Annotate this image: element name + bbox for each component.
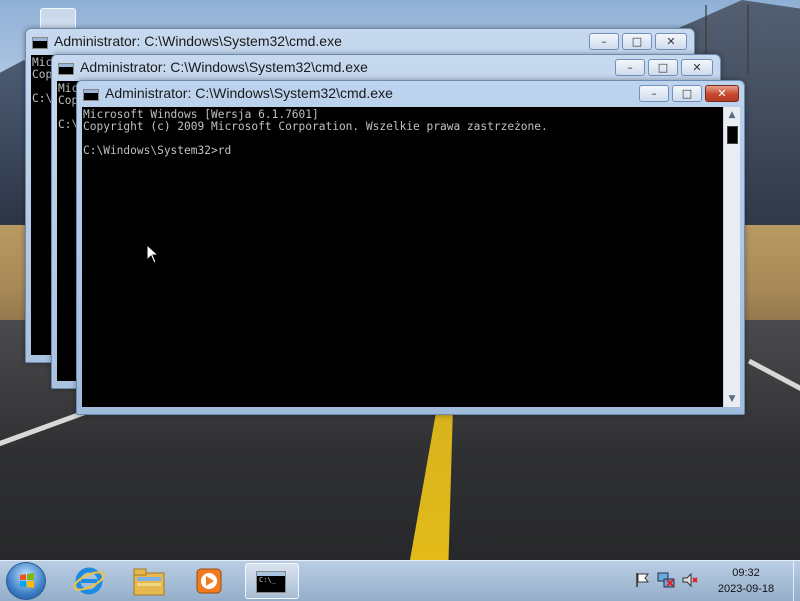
maximize-icon: □ bbox=[657, 61, 669, 74]
minimize-icon: – bbox=[651, 87, 657, 100]
window-titlebar[interactable]: Administrator: C:\Windows\System32\cmd.e… bbox=[77, 81, 744, 107]
maximize-icon: □ bbox=[631, 35, 643, 48]
maximize-button[interactable]: □ bbox=[672, 85, 702, 102]
network-icon[interactable] bbox=[657, 571, 675, 589]
explorer-folder-icon bbox=[133, 568, 165, 596]
console-area[interactable]: Microsoft Windows [Wersja 6.1.7601] Copy… bbox=[82, 107, 723, 407]
maximize-button[interactable]: □ bbox=[622, 33, 652, 50]
scroll-down-arrow-icon[interactable]: ▼ bbox=[724, 391, 740, 407]
maximize-icon: □ bbox=[681, 87, 693, 100]
start-button[interactable] bbox=[6, 562, 46, 600]
window-titlebar[interactable]: Administrator: C:\Windows\System32\cmd.e… bbox=[52, 55, 720, 81]
show-desktop-button[interactable] bbox=[793, 561, 800, 601]
taskbar[interactable]: C:\_ 09:32 2023-09-18 bbox=[0, 560, 800, 601]
window-titlebar[interactable]: Administrator: C:\Windows\System32\cmd.e… bbox=[26, 29, 694, 55]
cmd-icon[interactable] bbox=[32, 37, 48, 49]
close-icon: ✕ bbox=[717, 87, 727, 100]
minimize-icon: – bbox=[601, 35, 607, 48]
clock-date: 2023-09-18 bbox=[717, 583, 775, 595]
taskbar-ie-button[interactable] bbox=[62, 563, 116, 599]
close-button[interactable]: ✕ bbox=[681, 59, 713, 76]
close-button[interactable]: ✕ bbox=[655, 33, 687, 50]
cmd-icon[interactable] bbox=[83, 89, 99, 101]
close-button[interactable]: ✕ bbox=[705, 85, 739, 102]
taskbar-cmd-button[interactable]: C:\_ bbox=[245, 563, 299, 599]
internet-explorer-icon bbox=[73, 567, 105, 595]
taskbar-media-player-button[interactable] bbox=[182, 563, 236, 599]
minimize-button[interactable]: – bbox=[615, 59, 645, 76]
scroll-up-arrow-icon[interactable]: ▲ bbox=[724, 107, 740, 123]
cmd-icon: C:\_ bbox=[256, 571, 286, 593]
media-player-icon bbox=[196, 568, 222, 594]
taskbar-clock[interactable]: 09:32 2023-09-18 bbox=[705, 565, 787, 597]
window-title: Administrator: C:\Windows\System32\cmd.e… bbox=[54, 33, 342, 49]
cmd-window-active[interactable]: Administrator: C:\Windows\System32\cmd.e… bbox=[76, 80, 745, 415]
clock-time: 09:32 bbox=[732, 567, 760, 579]
scrollbar-thumb[interactable] bbox=[727, 126, 738, 144]
minimize-button[interactable]: – bbox=[589, 33, 619, 50]
console-text: Microsoft Windows [Wersja 6.1.7601] Copy… bbox=[83, 108, 548, 157]
windows-logo-icon bbox=[20, 573, 34, 588]
maximize-button[interactable]: □ bbox=[648, 59, 678, 76]
minimize-icon: – bbox=[627, 61, 633, 74]
window-title: Administrator: C:\Windows\System32\cmd.e… bbox=[80, 59, 368, 75]
cmd-icon[interactable] bbox=[58, 63, 74, 75]
window-title: Administrator: C:\Windows\System32\cmd.e… bbox=[105, 85, 393, 101]
close-icon: ✕ bbox=[692, 61, 702, 74]
action-center-flag-icon[interactable] bbox=[633, 571, 651, 589]
close-icon: ✕ bbox=[666, 35, 676, 48]
minimize-button[interactable]: – bbox=[639, 85, 669, 102]
vertical-scrollbar[interactable]: ▲ ▼ bbox=[723, 107, 740, 407]
volume-muted-icon[interactable] bbox=[681, 571, 699, 589]
mouse-cursor-icon bbox=[146, 244, 160, 264]
taskbar-explorer-button[interactable] bbox=[122, 563, 176, 599]
